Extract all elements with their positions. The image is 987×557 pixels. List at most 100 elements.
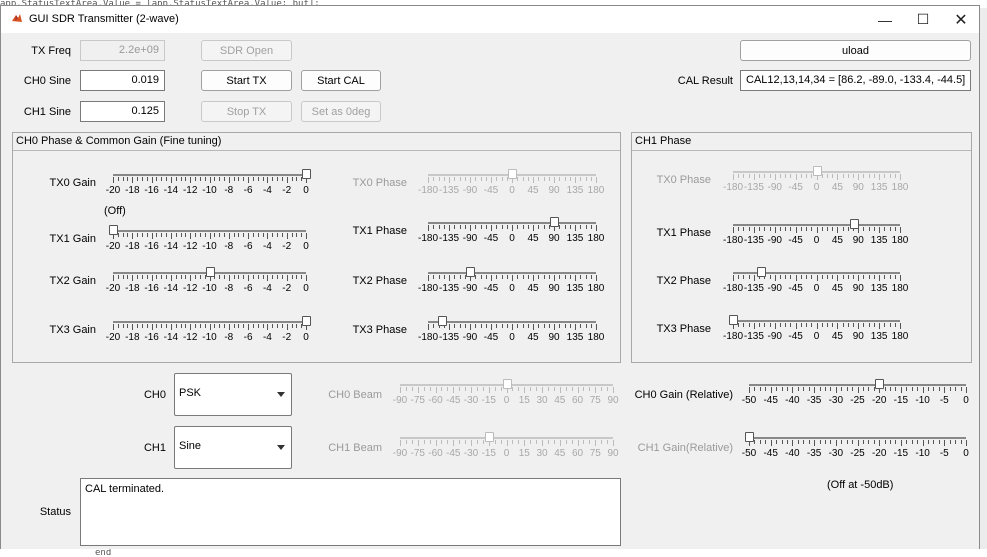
tx1-gain-slider-thumb[interactable]	[109, 225, 118, 235]
tx0-gain-slider-minor-tick	[214, 177, 215, 181]
tx2-gain-slider-major-tick	[267, 275, 268, 281]
uload-button[interactable]: uload	[740, 40, 971, 61]
ch1-beam-slider-minor-tick	[607, 440, 608, 444]
ch0-gain-relative-slider-tick-label: -20	[871, 395, 887, 406]
ch1-beam-slider-minor-tick	[512, 440, 513, 444]
ch0-tx2-phase-slider-minor-tick	[580, 275, 581, 279]
ch0-gain-relative-slider-thumb[interactable]	[875, 379, 884, 389]
ch0-tx1-phase-slider-minor-tick	[465, 225, 466, 229]
minimize-icon[interactable]: —	[866, 6, 904, 33]
start-cal-button[interactable]: Start CAL	[301, 70, 381, 91]
stop-tx-button[interactable]: Stop TX	[201, 101, 292, 122]
ch1-tx3-phase-slider-thumb[interactable]	[729, 315, 738, 325]
cal-result-field[interactable]: CAL12,13,14,34 = [86.2, -89.0, -133.4, -…	[740, 70, 971, 91]
ch0-mode-dropdown[interactable]: PSK	[174, 373, 292, 416]
ch0-gain-relative-slider-tick-label: -35	[806, 395, 822, 406]
ch1-tx0-phase-slider-tick-label: 0	[813, 182, 820, 193]
ch1-gain-relative-slider-minor-tick	[895, 440, 896, 444]
ch0-tx0-phase-slider-minor-tick	[433, 177, 434, 181]
tx2-gain-slider-minor-tick	[219, 275, 220, 279]
tx-freq-field[interactable]: 2.2e+09	[80, 40, 165, 61]
tx2-gain-slider-thumb[interactable]	[206, 267, 215, 277]
ch1-beam-slider-minor-tick	[477, 440, 478, 444]
tx1-gain-slider-minor-tick	[263, 233, 264, 237]
ch1-tx0-phase-slider-minor-tick	[890, 174, 891, 178]
ch1-mode-value: Sine	[179, 440, 202, 452]
tx1-gain-slider-minor-tick	[147, 233, 148, 237]
tx2-gain-slider-minor-tick	[161, 275, 162, 279]
tx1-gain-slider-major-tick	[267, 233, 268, 239]
tx2-gain-slider-minor-tick	[243, 275, 244, 279]
tx1-gain-slider-label: TX1 Gain	[49, 233, 96, 245]
ch1-beam-slider-major-tick	[436, 440, 437, 446]
ch1-beam-slider-tick-label: -60	[428, 448, 443, 459]
ch0-tx0-phase-slider-minor-tick	[496, 177, 497, 181]
tx0-gain-slider-thumb[interactable]	[302, 169, 311, 179]
tx0-gain-slider-minor-tick	[127, 177, 128, 181]
ch1-gain-relative-slider-tick-label: 0	[963, 448, 969, 459]
ch1-tx1-phase-slider-thumb[interactable]	[850, 219, 859, 229]
tx1-gain-slider-minor-tick	[243, 233, 244, 237]
ch1-beam-slider-track	[400, 437, 613, 439]
ch0-tx2-phase-slider-minor-tick	[454, 275, 455, 279]
ch1-tx3-phase-slider-minor-tick	[790, 323, 791, 327]
ch0-gain-relative-slider-minor-tick	[912, 387, 913, 391]
off-note: (Off at -50dB)	[827, 479, 894, 491]
tx3-gain-slider-thumb[interactable]	[302, 316, 311, 326]
set-0deg-button[interactable]: Set as 0deg	[301, 101, 381, 122]
ch1-tx2-phase-slider-minor-tick	[863, 275, 864, 279]
ch0-tx0-phase-slider-tick-label: -180	[417, 185, 439, 196]
ch0-tx3-phase-slider-thumb[interactable]	[438, 316, 447, 326]
tx1-gain-slider-major-tick	[190, 233, 191, 239]
sdr-open-button[interactable]: SDR Open	[201, 40, 292, 61]
tx1-gain-slider-major-tick	[248, 233, 249, 239]
ch0-beam-slider-tick-label: -90	[392, 395, 408, 406]
tx2-gain-slider-major-tick	[171, 275, 172, 281]
ch1-gain-relative-slider-thumb[interactable]	[745, 432, 754, 442]
ch0-tx3-phase-slider-major-tick	[554, 324, 555, 330]
ch0-tx0-phase-slider-minor-tick	[523, 177, 524, 181]
ch0-gain-relative-slider-tick-label: 0	[963, 395, 969, 406]
background-code-bottom: end	[0, 549, 987, 557]
ch1-tx0-phase-slider-major-tick	[754, 174, 755, 180]
tx2-gain-slider-minor-tick	[282, 275, 283, 279]
tx0-gain-slider-minor-tick	[161, 177, 162, 181]
ch1-tx0-phase-slider-tick-label: -45	[788, 182, 803, 193]
tx3-gain-slider-tick-label: -16	[144, 332, 159, 343]
ch0-tx1-phase-slider-track	[428, 222, 596, 224]
ch0-tx0-phase-slider-minor-tick	[538, 177, 539, 181]
ch1-tx1-phase-slider-minor-tick	[832, 227, 833, 231]
tx0-gain-slider-minor-tick	[205, 177, 206, 181]
ch1-gain-relative-slider-major-tick	[879, 440, 880, 446]
ch0-gain-relative-slider-minor-tick	[825, 387, 826, 391]
ch0-tx0-phase-slider-minor-tick	[580, 177, 581, 181]
ch1-tx3-phase-slider-major-tick	[837, 323, 838, 329]
ch1-tx2-phase-slider-thumb[interactable]	[757, 267, 766, 277]
ch1-mode-dropdown[interactable]: Sine	[174, 426, 292, 469]
start-tx-button[interactable]: Start TX	[201, 70, 292, 91]
tx0-gain-slider-major-tick	[287, 177, 288, 183]
status-textarea[interactable]: CAL terminated.	[80, 478, 621, 546]
ch1-beam-slider-tick-label: -90	[392, 448, 408, 459]
maximize-icon[interactable]: ☐	[904, 6, 942, 33]
ch1-gain-relative-slider-major-tick	[901, 440, 902, 446]
tx3-gain-slider-tick-label: -8	[224, 332, 234, 343]
ch0-tx2-phase-slider-thumb[interactable]	[466, 267, 475, 277]
ch1-tx2-phase-slider-tick-label: 90	[852, 283, 864, 294]
ch1-tx2-phase-slider-minor-tick	[790, 275, 791, 279]
ch1-sine-field[interactable]: 0.125	[80, 101, 165, 122]
ch0-tx1-phase-slider-minor-tick	[486, 225, 487, 229]
ch1-tx0-phase-slider-minor-tick	[843, 174, 844, 178]
ch0-beam-slider-minor-tick	[459, 387, 460, 391]
ch0-sine-field[interactable]: 0.019	[80, 70, 165, 91]
tx2-gain-slider-minor-tick	[118, 275, 119, 279]
tx3-gain-slider-minor-tick	[219, 324, 220, 328]
ch0-gain-relative-slider-major-tick	[901, 387, 902, 393]
tx0-gain-slider-minor-tick	[200, 177, 201, 181]
tx2-gain-slider-minor-tick	[253, 275, 254, 279]
close-icon[interactable]: ✕	[942, 6, 980, 33]
ch0-tx3-phase-slider-tick-label: -90	[462, 332, 478, 343]
ch0-tx2-phase-slider-major-tick	[449, 275, 450, 281]
tx0-gain-slider-major-tick	[171, 177, 172, 183]
ch0-tx1-phase-slider-thumb[interactable]	[550, 217, 559, 227]
